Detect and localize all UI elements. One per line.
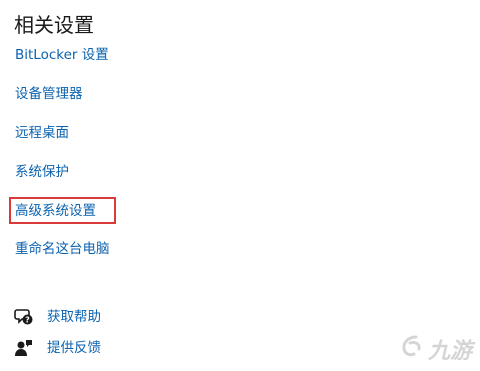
feedback-person-icon [14,338,34,358]
chat-help-icon: ? [14,307,34,327]
remote-desktop-link[interactable]: 远程桌面 [15,124,69,142]
highlight-box [9,197,116,224]
get-help-label: 获取帮助 [47,309,101,325]
get-help-row[interactable]: ? 获取帮助 [14,307,101,327]
system-protection-link[interactable]: 系统保护 [15,163,69,181]
bitlocker-settings-link[interactable]: BitLocker 设置 [15,46,109,64]
svg-text:?: ? [25,316,30,325]
watermark-text: 九游 [427,339,472,364]
feedback-label: 提供反馈 [47,340,101,356]
rename-this-pc-link[interactable]: 重命名这台电脑 [15,240,110,258]
related-settings-panel: 相关设置 BitLocker 设置 设备管理器 远程桌面 系统保护 高级系统设置… [0,0,480,371]
watermark-logo: 九游 [398,333,472,365]
device-manager-link[interactable]: 设备管理器 [15,85,83,103]
feedback-row[interactable]: 提供反馈 [14,338,101,358]
section-title: 相关设置 [14,13,94,37]
watermark-swirl-icon [398,333,426,365]
